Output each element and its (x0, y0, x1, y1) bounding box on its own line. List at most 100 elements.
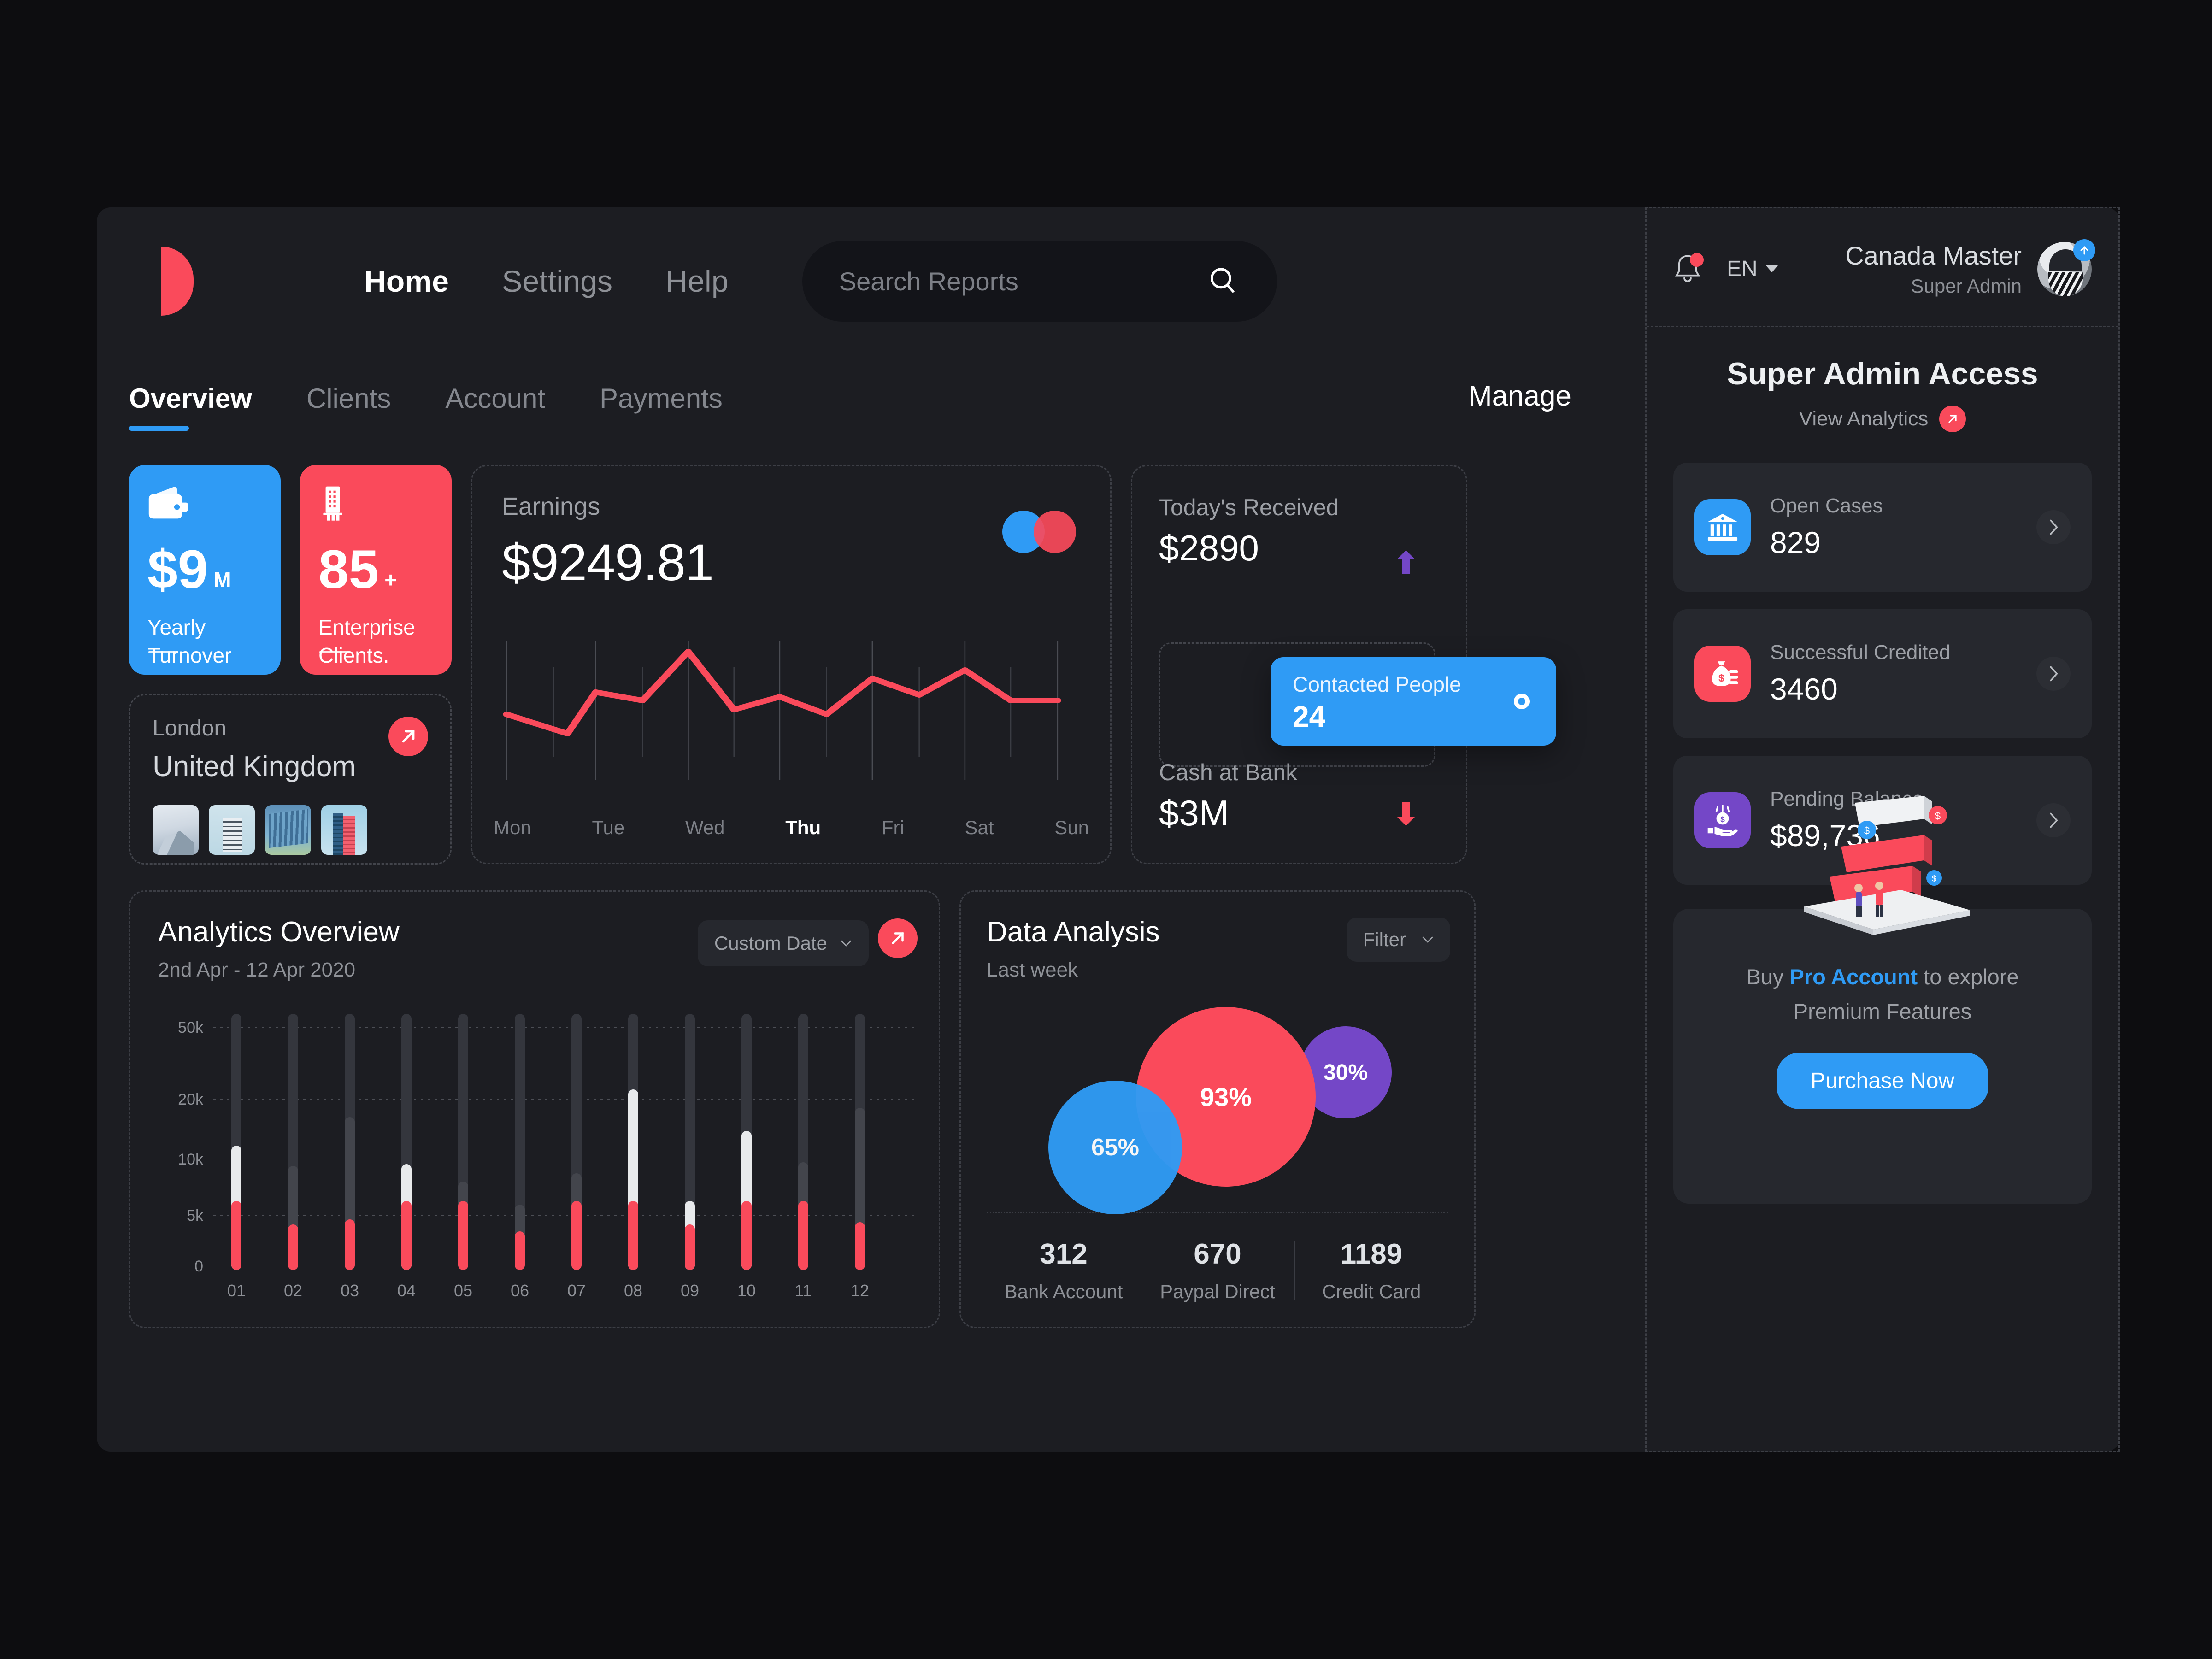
city-thumbnail[interactable] (265, 805, 311, 855)
bubble-blue[interactable]: 65% (1048, 1081, 1182, 1214)
earnings-amount: $9249.81 (502, 534, 714, 591)
chevron-down-icon (1765, 265, 1778, 272)
bubble-label: 30% (1323, 1060, 1368, 1085)
day-label: Wed (685, 817, 725, 838)
chevron-right-icon (2050, 812, 2058, 828)
bubble-label: 65% (1091, 1134, 1140, 1161)
filter-dropdown[interactable]: Filter (1346, 918, 1450, 962)
sidebar-header: EN Canada Master Super Admin (1673, 239, 2095, 297)
svg-text:03: 03 (341, 1281, 359, 1300)
svg-text:08: 08 (624, 1281, 642, 1300)
svg-text:50k: 50k (178, 1019, 204, 1036)
underline-rule (148, 651, 178, 653)
svg-text:$: $ (1864, 825, 1870, 836)
svg-text:20k: 20k (178, 1091, 204, 1108)
avatar-upgrade-badge (2073, 239, 2095, 261)
nav-item-settings[interactable]: Settings (502, 264, 612, 299)
top-bar: Home Settings Help (129, 235, 1613, 327)
search-icon[interactable] (1206, 264, 1240, 298)
half-circle-logo (161, 247, 194, 316)
city-card[interactable]: London United Kingdom (129, 694, 452, 865)
purchase-now-button[interactable]: Purchase Now (1776, 1053, 1989, 1110)
day-label: Tue (592, 817, 625, 838)
data-analysis-bubble-chart: 30% 93% 65% (961, 1007, 1474, 1214)
money-bag-icon: $ (1694, 646, 1751, 702)
tab-overview[interactable]: Overview (129, 382, 252, 431)
arrow-up-icon (1397, 550, 1415, 574)
notification-bell-icon[interactable] (1673, 252, 1704, 286)
sidebar-row-open-cases[interactable]: Open Cases 829 (1673, 463, 2092, 592)
open-city-button[interactable] (388, 717, 428, 756)
chevron-right-icon (2050, 519, 2058, 535)
chevron-right-button[interactable] (2036, 803, 2071, 837)
sidebar-divider (1647, 326, 2118, 327)
user-profile[interactable]: Canada Master Super Admin (1845, 239, 2095, 297)
search-input[interactable] (839, 266, 1206, 296)
svg-text:05: 05 (454, 1281, 472, 1300)
marker-dot-icon (1514, 694, 1530, 709)
language-label: EN (1727, 257, 1758, 281)
nav-item-help[interactable]: Help (665, 264, 729, 299)
svg-text:04: 04 (397, 1281, 416, 1300)
section-tabs: Overview Clients Account Payments Manage (129, 380, 1613, 431)
svg-text:$: $ (1720, 815, 1725, 824)
day-label: Fri (881, 817, 904, 838)
earnings-line-chart (502, 641, 1088, 780)
custom-date-dropdown[interactable]: Custom Date (697, 920, 869, 966)
language-selector[interactable]: EN (1727, 256, 1778, 282)
chevron-right-icon (2050, 666, 2058, 682)
city-thumbnail[interactable] (321, 805, 367, 855)
data-analysis-footer: 312 Bank Account 670 Paypal Direct 1189 … (987, 1212, 1448, 1303)
svg-text:09: 09 (681, 1281, 699, 1300)
footer-stat: 312 Bank Account (987, 1238, 1141, 1303)
data-analysis-subtitle: Last week (987, 959, 1078, 981)
svg-text:07: 07 (567, 1281, 586, 1300)
sidebar-row-value: 3460 (1770, 672, 1838, 706)
svg-text:12: 12 (851, 1281, 869, 1300)
svg-text:10: 10 (737, 1281, 756, 1300)
analytics-overview-card: Analytics Overview 2nd Apr - 12 Apr 2020… (129, 890, 940, 1328)
day-label: Sat (965, 817, 994, 838)
city-thumbnail[interactable] (153, 805, 199, 855)
bank-icon (1694, 499, 1751, 555)
tab-account[interactable]: Account (445, 382, 545, 419)
svg-text:0: 0 (194, 1258, 203, 1275)
tab-payments[interactable]: Payments (600, 382, 723, 419)
footer-stat-value: 670 (1194, 1238, 1241, 1270)
arrow-up-right-icon (892, 932, 904, 944)
stat-value: $9 M (147, 539, 231, 600)
nav-item-home[interactable]: Home (364, 264, 449, 299)
svg-text:$: $ (1718, 672, 1724, 684)
stat-label: Yearly Turnover (147, 615, 232, 667)
contacted-label: Contacted People (1293, 672, 1461, 696)
cards-row-top: $9 M Yearly Turnover 85 + Enterprise Cli… (129, 465, 1613, 865)
chevron-right-button[interactable] (2036, 657, 2071, 691)
sidebar-row-label: Successful Credited (1770, 641, 1951, 664)
tab-clients[interactable]: Clients (306, 382, 391, 419)
day-label: Sun (1054, 817, 1089, 838)
day-label-current: Thu (785, 817, 821, 838)
sidebar-row-label: Open Cases (1770, 494, 1883, 517)
cash-at-bank-label: Cash at Bank (1159, 759, 1298, 785)
chevron-down-icon (841, 940, 852, 947)
wallet-icon (147, 485, 262, 522)
mastercard-logo-icon (1002, 511, 1076, 553)
earnings-card: Earnings $9249.81 Mon Tue Wed Thu Fri Sa… (471, 465, 1112, 864)
svg-text:11: 11 (794, 1281, 812, 1300)
arrow-up-icon (2080, 246, 2088, 254)
svg-text:06: 06 (511, 1281, 529, 1300)
footer-stat-value: 1189 (1340, 1238, 1403, 1270)
stat-value: 85 + (318, 539, 397, 600)
contacted-people-tooltip[interactable]: Contacted People 24 (1271, 657, 1556, 746)
stat-card-enterprise-clients[interactable]: 85 + Enterprise Clients. (300, 465, 452, 675)
city-thumbnail[interactable] (209, 805, 255, 855)
search-bar[interactable] (802, 241, 1277, 322)
sidebar-row-successful-credited[interactable]: $ Successful Credited 3460 (1673, 609, 2092, 738)
analytics-expand-button[interactable] (878, 918, 918, 958)
stat-card-yearly-turnover[interactable]: $9 M Yearly Turnover (129, 465, 281, 675)
promo-line1-c: to explore (1918, 965, 2019, 989)
chevron-right-button[interactable] (2036, 510, 2071, 544)
avatar[interactable] (2037, 239, 2095, 296)
manage-link[interactable]: Manage (1468, 380, 1571, 412)
view-analytics-link[interactable]: View Analytics (1673, 406, 2092, 432)
